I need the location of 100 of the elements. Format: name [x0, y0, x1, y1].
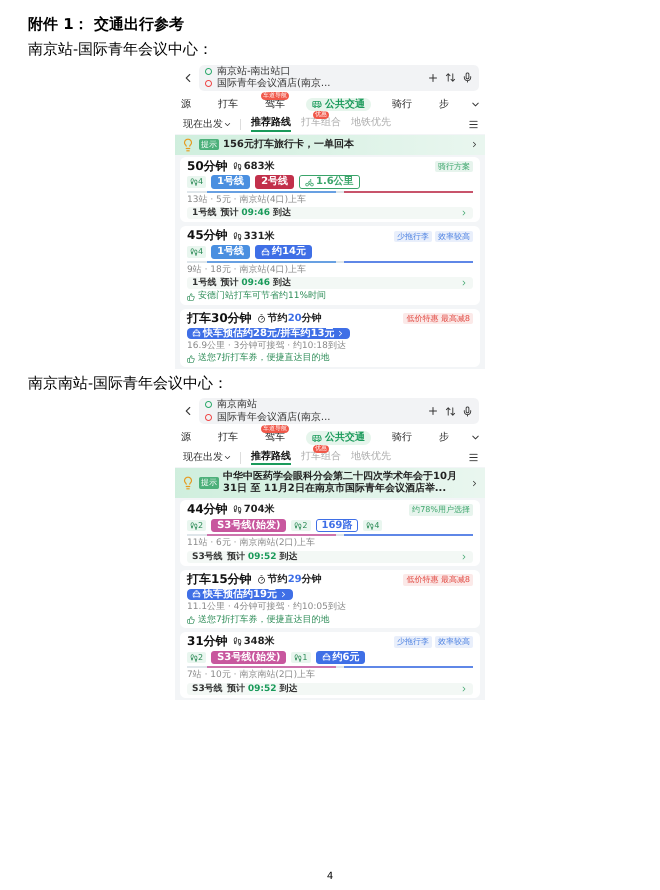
time-saved: 节约29分钟: [268, 574, 322, 586]
route-card[interactable]: 50分钟 683米 骑行方案 4 1号线 2号线 1.6公里 13站 · 5元 · 南京站(4口)上车 1号线 预计 09:46 到达: [180, 156, 480, 222]
route-duration: 50分钟: [187, 160, 228, 174]
route-tag: 约78%用户选择: [409, 504, 473, 516]
footprints-icon: [190, 522, 198, 530]
timer-icon: [256, 575, 266, 584]
mode-tab[interactable]: 源: [175, 431, 197, 445]
route-duration: 打车15分钟: [187, 573, 252, 587]
depart-time-dropdown[interactable]: 现在出发: [183, 452, 241, 464]
swap-icon: [445, 72, 456, 83]
arrival-estimate[interactable]: S3号线 预计 09:52 到达: [187, 550, 473, 564]
timer-icon: [256, 314, 266, 324]
walk-distance: 704米: [244, 504, 275, 516]
footprints-icon: [190, 654, 198, 662]
footprints-icon: [232, 232, 242, 241]
footprints-icon: [366, 522, 374, 530]
mode-tab[interactable]: 步: [433, 98, 455, 111]
walk-distance: 683米: [244, 160, 275, 172]
origin-text: 南京站-南出站口: [217, 66, 291, 77]
bicycle-icon: [305, 178, 314, 187]
section-caption: 南京南站-国际青年会议中心：: [28, 374, 230, 392]
fare-button[interactable]: 快车预估约19元: [187, 588, 293, 600]
footprints-icon: [232, 637, 242, 646]
arrival-estimate[interactable]: 1号线 预计 09:46 到达: [187, 207, 473, 220]
tip-banner[interactable]: 提示 中华中医药学会眼科分会第二十四次学术年会于10月31日 至 11月2日在南京市国际青年会议酒店举...: [175, 468, 485, 498]
chevron-right-icon: [460, 552, 468, 561]
footprints-icon: [294, 654, 302, 662]
add-icon: [427, 405, 439, 418]
microphone-icon: [462, 406, 473, 417]
route-card[interactable]: 44分钟 704米 约78%用户选择 2 S3号线(始发) 2 169路 4 11站 · 6元 · 南京南站(2口)上车 S3号线 预计 09:52 到达: [180, 500, 480, 566]
walk-segment: 4: [363, 520, 382, 532]
page-number: 4: [326, 870, 334, 882]
route-card[interactable]: 45分钟 331米 少拖行李 效率较高 4 1号线 约14元 9站 · 18元 · 南京站(4口)上车 1号线 预计 09:46 到达 安德门站打车可节省约11%时间: [180, 226, 480, 305]
walk-segment: 1: [291, 652, 310, 664]
route-tag: 低价特惠 最高减8: [403, 313, 473, 324]
tip-banner[interactable]: 提示 156元打车旅行卡，一单回本: [175, 134, 485, 154]
taxi-segment: 约14元: [255, 245, 312, 259]
thumbs-up-icon: [187, 354, 195, 363]
address-box[interactable]: 南京南站 国际青年会议酒店(南京...: [199, 398, 479, 424]
route-note: 送您7折打车券，便捷直达目的地: [198, 353, 330, 364]
chevron-right-icon: [470, 478, 479, 488]
swap-icon: [445, 406, 456, 417]
route-card[interactable]: 31分钟 348米 少拖行李 效率较高 2 S3号线(始发) 1 约6元 7站 · 10元 · 南京南站(2口)上车 S3号线 预计 09:52 到达: [180, 632, 480, 698]
mode-tab[interactable]: 打车: [212, 431, 244, 445]
menu-icon: [468, 118, 479, 130]
address-box[interactable]: 南京站-南出站口 国际青年会议酒店(南京...: [199, 64, 479, 90]
line-segment: S3号线(始发): [211, 518, 286, 532]
route-note: 送您7折打车券，便捷直达目的地: [198, 614, 330, 626]
car-icon: [192, 328, 201, 338]
car-icon: [261, 248, 270, 257]
walk-distance: 348米: [244, 636, 275, 648]
arrival-estimate[interactable]: S3号线 预计 09:52 到达: [187, 682, 473, 695]
depart-time-dropdown[interactable]: 现在出发: [183, 118, 241, 130]
footprints-icon: [232, 505, 242, 514]
destination-text: 国际青年会议酒店(南京...: [217, 78, 330, 90]
mode-tab[interactable]: 源: [175, 98, 197, 111]
mode-tab[interactable]: 骑行: [386, 98, 418, 111]
route-tag: 骑行方案: [435, 160, 473, 172]
tip-text: 156元打车旅行卡，一单回本: [223, 138, 355, 150]
chevron-right-icon: [460, 209, 468, 218]
chevron-right-icon: [470, 140, 479, 149]
mode-tab[interactable]: 骑行: [386, 431, 418, 445]
route-info: 11.1公里 · 4分钟可接驾 · 约10:05到达: [187, 602, 347, 613]
bus-icon: [312, 99, 322, 110]
page-heading: 附件 1： 交通出行参考: [28, 16, 185, 34]
fare-button[interactable]: 快车预估约28元/拼车约13元: [187, 328, 350, 340]
route-tag: 少拖行李: [394, 636, 432, 648]
route-tag: 少拖行李: [394, 230, 432, 242]
walk-segment: 2: [187, 652, 206, 664]
destination-text: 国际青年会议酒店(南京...: [217, 412, 330, 424]
footprints-icon: [232, 162, 242, 171]
sort-tab[interactable]: 推荐路线: [251, 450, 291, 466]
arrival-estimate[interactable]: 1号线 预计 09:46 到达: [187, 277, 473, 290]
menu-icon: [468, 452, 479, 464]
route-card[interactable]: 打车30分钟 节约20分钟 低价特惠 最高减8 快车预估约28元/拼车约13元 16.9公里 · 3分钟可接驾 · 约10:18到达 送您7折打车券，便捷直达目的地: [180, 308, 480, 367]
route-note: 安德门站打车可节省约11%时间: [198, 291, 326, 302]
route-info: 7站 · 10元 · 南京南站(2口)上车: [187, 670, 316, 681]
line-segment: 2号线: [255, 175, 294, 189]
route-info: 13站 · 5元 · 南京站(4口)上车: [187, 194, 308, 206]
route-duration: 44分钟: [187, 503, 228, 517]
time-saved: 节约20分钟: [268, 312, 322, 324]
walk-distance: 331米: [244, 230, 275, 242]
section-caption: 南京站-国际青年会议中心：: [28, 41, 214, 58]
origin-text: 南京南站: [217, 399, 257, 411]
tip-label: 提示: [199, 138, 219, 150]
taxi-segment: 约6元: [316, 650, 366, 664]
thumbs-up-icon: [187, 616, 195, 624]
route-card[interactable]: 打车15分钟 节约29分钟 低价特惠 最高减8 快车预估约19元 11.1公里 · 4分钟可接驾 · 约10:05到达 送您7折打车券，便捷直达目的地: [180, 570, 480, 628]
footprints-icon: [190, 178, 198, 186]
mode-tab[interactable]: 打车: [212, 98, 244, 111]
sort-tab[interactable]: 推荐路线: [251, 117, 291, 132]
route-tag: 效率较高: [435, 230, 473, 242]
route-info: 11站 · 6元 · 南京南站(2口)上车: [187, 538, 316, 549]
car-icon: [192, 590, 201, 600]
mode-tab[interactable]: 步: [433, 431, 455, 445]
tip-label: 提示: [199, 477, 219, 489]
footprints-icon: [190, 248, 198, 256]
route-duration: 打车30分钟: [187, 312, 252, 326]
line-segment: S3号线(始发): [211, 650, 286, 664]
chevron-right-icon: [460, 684, 468, 693]
